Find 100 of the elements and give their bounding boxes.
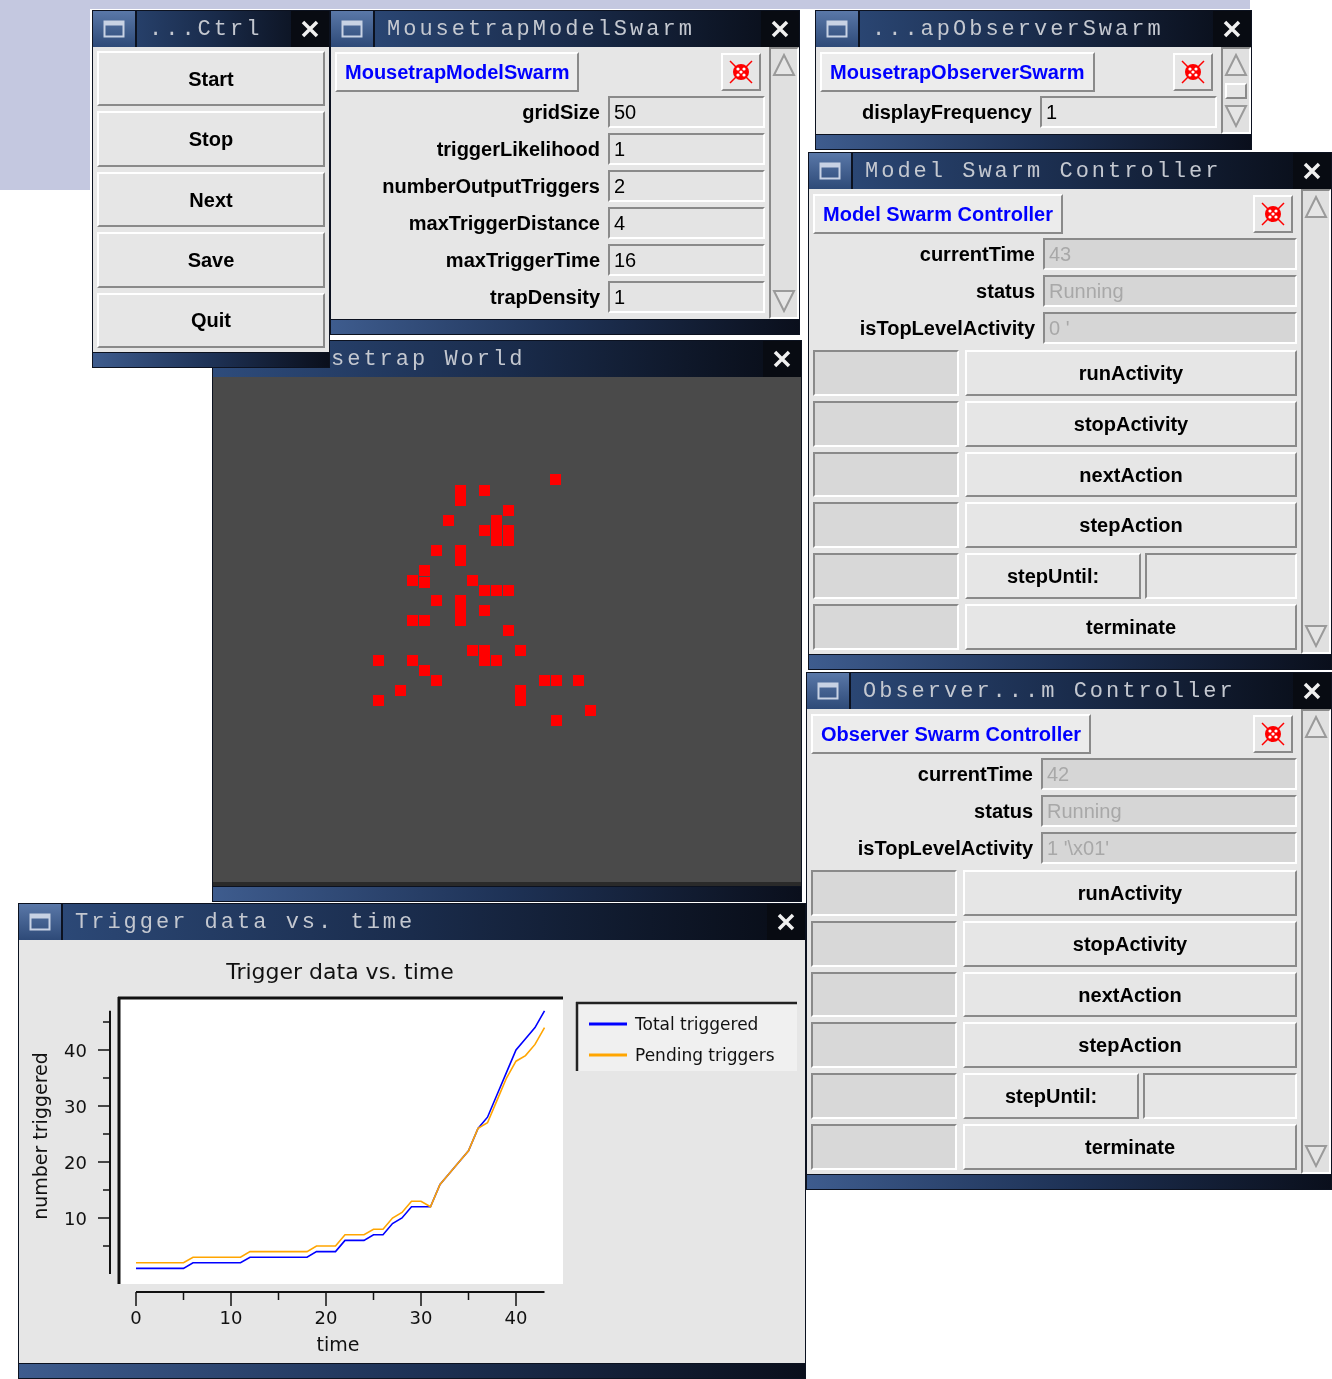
field-label: trapDensity — [488, 284, 600, 310]
field-label: status — [975, 278, 1035, 304]
y-tick-label: 30 — [64, 1096, 87, 1117]
window-icon[interactable] — [819, 162, 841, 180]
field-label: maxTriggerDistance — [407, 210, 600, 236]
legend-swatch — [589, 1022, 627, 1026]
chart-title: Trigger data vs. time — [226, 959, 454, 984]
field-label: isTopLevelActivity — [858, 315, 1035, 341]
window-icon[interactable] — [817, 682, 839, 700]
close-icon[interactable] — [1302, 161, 1322, 181]
x-tick-label: 30 — [409, 1307, 433, 1328]
window-title: setrap World — [331, 345, 526, 374]
action-button[interactable]: stopActivity — [965, 400, 1297, 447]
window-title: Trigger data vs. time — [75, 908, 416, 937]
close-icon[interactable] — [1302, 681, 1322, 701]
scrollbar[interactable] — [1301, 709, 1331, 1174]
close-icon[interactable] — [770, 19, 790, 39]
x-tick-label: 10 — [219, 1307, 243, 1328]
probe-header: Observer Swarm Controller — [811, 714, 1092, 754]
input-field[interactable] — [1145, 553, 1297, 600]
x-axis-label: time — [316, 1333, 360, 1355]
x-circle-button[interactable] — [1253, 195, 1293, 233]
x-circle-icon[interactable] — [1259, 200, 1287, 228]
field-label: numberOutputTriggers — [381, 173, 600, 199]
scrollbar[interactable] — [1301, 189, 1331, 654]
action-button[interactable]: nextAction — [963, 971, 1297, 1018]
action-button[interactable]: terminate — [965, 604, 1297, 650]
window-title: Model Swarm Controller — [865, 157, 1222, 186]
action-button[interactable]: stepUntil: — [963, 1073, 1139, 1120]
action-button[interactable]: runActivity — [963, 870, 1297, 916]
y-tick-label: 20 — [64, 1152, 87, 1173]
window-title: ...apObserverSwarm — [872, 15, 1164, 44]
close-icon[interactable] — [1222, 19, 1242, 39]
input-field[interactable]: 1 — [608, 132, 765, 165]
up-arrow-icon[interactable] — [1304, 195, 1328, 219]
field-label: triggerLikelihood — [435, 136, 600, 162]
input-field[interactable] — [1143, 1073, 1297, 1120]
legend-swatch — [589, 1053, 627, 1057]
close-icon[interactable] — [772, 349, 792, 369]
x-circle-icon[interactable] — [1259, 720, 1287, 748]
field-label: gridSize — [521, 99, 600, 125]
x-tick-label: 40 — [504, 1307, 528, 1328]
input-field[interactable]: 16 — [608, 243, 765, 276]
field-label: isTopLevelActivity — [856, 835, 1033, 861]
control-button[interactable]: Quit — [97, 292, 325, 349]
y-tick-label: 10 — [64, 1208, 87, 1229]
close-icon[interactable] — [300, 19, 320, 39]
control-button[interactable]: Next — [97, 171, 325, 228]
up-arrow-icon[interactable] — [1304, 715, 1328, 739]
up-arrow-icon[interactable] — [1224, 53, 1248, 77]
x-circle-button[interactable] — [721, 53, 761, 91]
action-button[interactable]: runActivity — [965, 350, 1297, 396]
down-arrow-icon[interactable] — [1304, 624, 1328, 648]
window-icon[interactable] — [826, 20, 848, 38]
y-axis-label: number triggered — [29, 1052, 51, 1220]
scroll-thumb[interactable] — [1225, 82, 1247, 99]
legend-label: Pending triggers — [635, 1045, 775, 1065]
x-circle-button[interactable] — [1253, 715, 1293, 753]
field-label: maxTriggerTime — [444, 247, 600, 273]
action-button[interactable]: stepUntil: — [965, 553, 1141, 600]
action-button[interactable]: terminate — [963, 1124, 1297, 1170]
legend-label: Total triggered — [635, 1014, 759, 1034]
window-title: ...Ctrl — [149, 15, 263, 44]
scrollbar[interactable] — [769, 47, 799, 319]
probe-header: MousetrapModelSwarm — [335, 52, 580, 92]
window-icon[interactable] — [341, 20, 363, 38]
x-tick-label: 20 — [314, 1307, 338, 1328]
up-arrow-icon[interactable] — [772, 53, 796, 77]
probe-header: MousetrapObserverSwarm — [820, 52, 1095, 92]
x-circle-icon[interactable] — [1179, 58, 1207, 86]
x-circle-icon[interactable] — [727, 58, 755, 86]
input-field[interactable]: 50 — [608, 95, 765, 128]
field-label: currentTime — [918, 241, 1035, 267]
action-button[interactable]: stopActivity — [963, 920, 1297, 967]
window-title: Observer...m Controller — [863, 677, 1236, 706]
input-field[interactable]: 4 — [608, 206, 765, 239]
window-icon[interactable] — [29, 913, 51, 931]
field-label: currentTime — [916, 761, 1033, 787]
action-button[interactable]: stepAction — [963, 1022, 1297, 1069]
window-title: MousetrapModelSwarm — [387, 15, 695, 44]
input-field[interactable]: 1 — [608, 280, 765, 313]
x-circle-button[interactable] — [1173, 53, 1213, 91]
input-field[interactable]: 2 — [608, 169, 765, 202]
field-label: status — [973, 798, 1033, 824]
control-button[interactable]: Stop — [97, 111, 325, 167]
control-button[interactable]: Save — [97, 232, 325, 288]
y-tick-label: 40 — [64, 1040, 87, 1061]
action-button[interactable]: nextAction — [965, 451, 1297, 498]
window-icon[interactable] — [103, 20, 125, 38]
probe-header: Model Swarm Controller — [813, 194, 1064, 234]
down-arrow-icon[interactable] — [1224, 104, 1248, 128]
down-arrow-icon[interactable] — [1304, 1144, 1328, 1168]
action-button[interactable]: stepAction — [965, 502, 1297, 549]
x-tick-label: 0 — [130, 1307, 142, 1328]
input-field[interactable]: 1 — [1040, 95, 1217, 128]
control-button[interactable]: Start — [97, 51, 325, 107]
field-label: displayFrequency — [860, 99, 1032, 125]
close-icon[interactable] — [776, 912, 796, 932]
scrollbar[interactable] — [1221, 47, 1251, 134]
down-arrow-icon[interactable] — [772, 289, 796, 313]
